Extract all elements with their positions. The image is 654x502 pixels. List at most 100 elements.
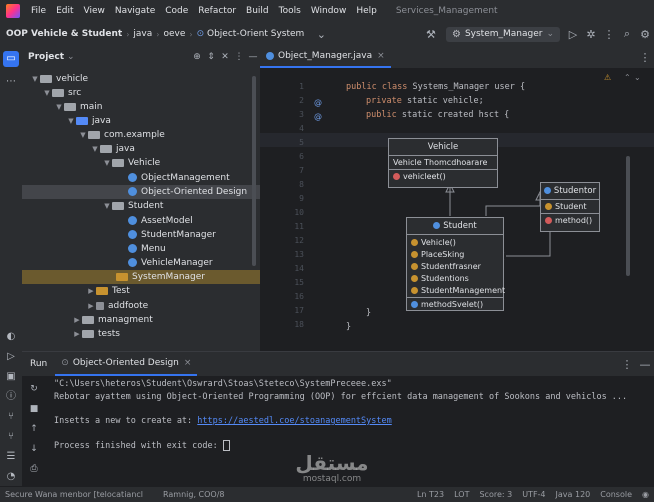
- menu-help[interactable]: Help: [351, 6, 382, 16]
- close-icon[interactable]: ×: [184, 358, 192, 368]
- tree-item[interactable]: ▶ Test: [22, 284, 260, 298]
- uml-class-student[interactable]: Student Vehicle() PlaceSking Studentfras…: [406, 217, 505, 311]
- status-line-col[interactable]: Ln T23: [412, 490, 449, 499]
- tree-item[interactable]: AssetModel: [22, 214, 260, 228]
- tree-item[interactable]: Object-Oriented Design: [22, 185, 260, 199]
- project-name[interactable]: OOP Vehicle & Student: [0, 29, 126, 39]
- expand-icon[interactable]: ✕: [218, 52, 232, 62]
- stop-icon[interactable]: ■: [28, 404, 40, 416]
- tree-item-label: ObjectManagement: [141, 173, 230, 183]
- services-icon[interactable]: ◐: [3, 329, 19, 345]
- hammer-icon[interactable]: ⚒: [422, 28, 440, 41]
- tree-item[interactable]: ▶ managment: [22, 313, 260, 327]
- tree-item[interactable]: ▼ Student: [22, 199, 260, 213]
- tree-item[interactable]: ▼ com.example: [22, 128, 260, 142]
- tree-item[interactable]: ▼ java: [22, 142, 260, 156]
- tree-item[interactable]: StudentManager: [22, 228, 260, 242]
- project-title[interactable]: Project: [28, 52, 64, 62]
- status-line-sep[interactable]: LOT: [449, 490, 474, 499]
- tree-item[interactable]: ▼ main: [22, 100, 260, 114]
- tree-item[interactable]: SystemManager: [22, 270, 260, 284]
- breadcrumb-file[interactable]: ⊙ Object-Orient System: [193, 29, 309, 39]
- uml-class-studentor[interactable]: Studentor Student method(): [540, 182, 600, 232]
- more-icon[interactable]: ⋮: [618, 358, 636, 371]
- chevron-down-icon[interactable]: ▼: [102, 199, 112, 213]
- more-icon[interactable]: ⋯: [3, 74, 19, 90]
- breadcrumb-java[interactable]: java: [129, 29, 156, 39]
- scroll-down-icon[interactable]: ↓: [28, 444, 40, 456]
- folder-icon[interactable]: ▭: [3, 51, 19, 67]
- class-icon: [543, 187, 551, 194]
- status-console[interactable]: Console: [595, 490, 637, 499]
- notifications-icon[interactable]: ◔: [3, 469, 19, 485]
- minimize-icon[interactable]: —: [246, 52, 260, 62]
- status-message[interactable]: Secure Wana menbor [telocatiancl: [0, 490, 148, 499]
- tree-item[interactable]: ▶ addfoote: [22, 299, 260, 313]
- chevron-right-icon[interactable]: ▶: [86, 299, 96, 313]
- problems-icon[interactable]: ⓘ: [3, 389, 19, 405]
- tree-item[interactable]: ▼ java: [22, 114, 260, 128]
- run-icon[interactable]: ▷: [564, 28, 582, 41]
- options-icon[interactable]: ⋮: [232, 52, 246, 62]
- print-icon[interactable]: ⎙: [28, 464, 40, 476]
- minimize-icon[interactable]: —: [636, 358, 654, 371]
- uml-class-vehicle[interactable]: Vehicle Vehicle Thomcdhoarare vehicleet(…: [388, 138, 498, 188]
- locate-icon[interactable]: ⊕: [190, 52, 204, 62]
- run-panel-title[interactable]: Run: [22, 359, 55, 369]
- console-link[interactable]: https://aestedl.coe/stoanagementSystem: [197, 416, 391, 426]
- settings-icon[interactable]: ⚙: [636, 28, 654, 41]
- search-icon[interactable]: ⌕: [618, 27, 636, 41]
- menu-tools[interactable]: Tools: [274, 6, 306, 16]
- scroll-up-icon[interactable]: ↑: [28, 424, 40, 436]
- chevron-down-icon[interactable]: ▼: [102, 156, 112, 170]
- breadcrumb-oeve[interactable]: oeve: [159, 29, 189, 39]
- rerun-icon[interactable]: ↻: [28, 384, 40, 396]
- terminal-icon[interactable]: ▣: [3, 369, 19, 385]
- tree-item[interactable]: ▼ Vehicle: [22, 156, 260, 170]
- tree-item[interactable]: ▶ tests: [22, 327, 260, 341]
- chevron-down-icon[interactable]: ▼: [54, 100, 64, 114]
- run-icon[interactable]: ▷: [3, 349, 19, 365]
- chevron-down-icon[interactable]: ▼: [42, 86, 52, 100]
- collapse-icon[interactable]: ⇕: [204, 52, 218, 62]
- status-encoding[interactable]: UTF-4: [517, 490, 550, 499]
- menu-edit[interactable]: Edit: [51, 6, 78, 16]
- chevron-down-icon[interactable]: ⌄: [312, 28, 330, 41]
- status-progress[interactable]: Ramnig, COO/8: [158, 490, 230, 499]
- chevron-down-icon[interactable]: ▼: [78, 128, 88, 142]
- tree-item[interactable]: ▼ vehicle: [22, 72, 260, 86]
- menu-file[interactable]: File: [26, 6, 51, 16]
- tree-item[interactable]: ▼ src: [22, 86, 260, 100]
- chevron-down-icon[interactable]: ▼: [66, 114, 76, 128]
- chevron-right-icon[interactable]: ▶: [86, 284, 96, 298]
- menu-navigate[interactable]: Navigate: [110, 6, 160, 16]
- menu-refactor[interactable]: Refactor: [193, 6, 241, 16]
- tree-item[interactable]: Menu: [22, 242, 260, 256]
- menu-window[interactable]: Window: [306, 6, 352, 16]
- status-score[interactable]: Score: 3: [474, 490, 517, 499]
- tab-run-config[interactable]: ⊙ Object-Oriented Design ×: [55, 352, 198, 376]
- chevron-down-icon[interactable]: ▼: [90, 142, 100, 156]
- menu-code[interactable]: Code: [160, 6, 193, 16]
- status-java-version[interactable]: Java 120: [551, 490, 596, 499]
- tree-item[interactable]: ObjectManagement: [22, 171, 260, 185]
- scrollbar[interactable]: [252, 76, 256, 266]
- avatar[interactable]: ◉: [637, 490, 654, 499]
- chevron-right-icon[interactable]: ▶: [72, 327, 82, 341]
- chevron-right-icon[interactable]: ▶: [72, 313, 82, 327]
- more-icon[interactable]: ⋮: [600, 28, 618, 41]
- git-branch-icon[interactable]: ⑂: [3, 429, 19, 445]
- debug-icon[interactable]: ✲: [582, 28, 600, 41]
- editor-scrollbar[interactable]: [626, 156, 630, 276]
- tree-item-label: AssetModel: [141, 216, 193, 226]
- chevron-down-icon[interactable]: ▼: [30, 72, 40, 86]
- chevron-down-icon[interactable]: ⌄: [67, 52, 75, 62]
- run-config-selector[interactable]: ⚙ System_Manager ⌄: [445, 26, 560, 42]
- menu-build[interactable]: Build: [241, 6, 274, 16]
- todo-icon[interactable]: ☰: [3, 449, 19, 465]
- menu-view[interactable]: View: [79, 6, 110, 16]
- version-control-icon[interactable]: ⑂: [3, 409, 19, 425]
- tree-item-label: VehicleManager: [141, 258, 213, 268]
- tree-item[interactable]: VehicleManager: [22, 256, 260, 270]
- window-title: Services_Management: [395, 6, 498, 16]
